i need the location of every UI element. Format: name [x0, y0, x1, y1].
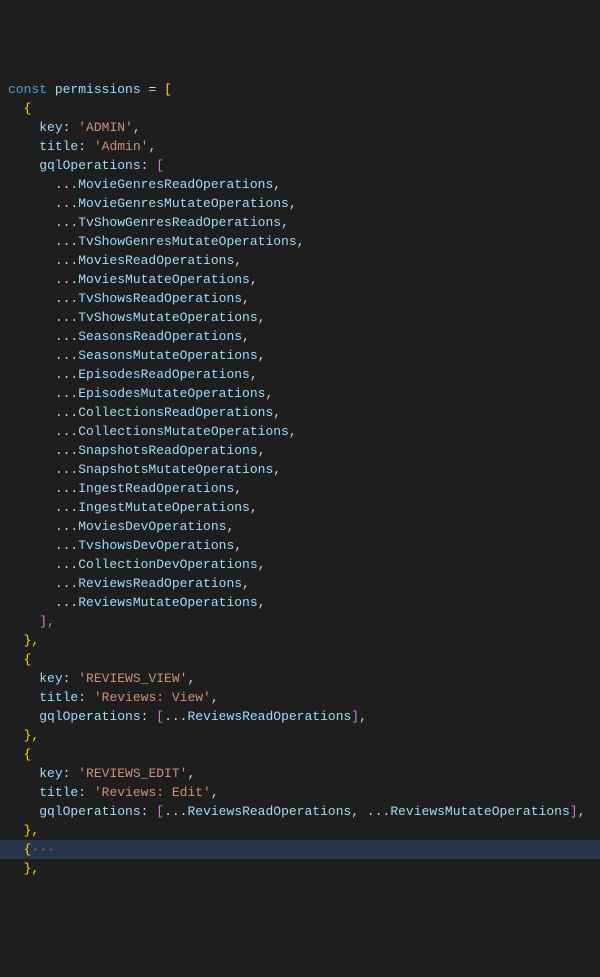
spread-item: ...MovieGenresReadOperations, [8, 177, 281, 192]
obj2-gql: gqlOperations: [...ReviewsReadOperations… [8, 709, 367, 724]
line-decl: const permissions = [ [8, 82, 172, 97]
obj1-key: key: 'ADMIN', [8, 120, 141, 135]
obj2-close: }, [8, 728, 39, 743]
spread-item: ...TvShowGenresMutateOperations, [8, 234, 304, 249]
spread-item: ...SeasonsReadOperations, [8, 329, 250, 344]
obj3-close: }, [8, 823, 39, 838]
keyword-const: const [8, 82, 47, 97]
spread-item: ...SeasonsMutateOperations, [8, 348, 265, 363]
spread-item: ...IngestMutateOperations, [8, 500, 258, 515]
obj1-arr-close: ], [8, 614, 55, 629]
obj1-title: title: 'Admin', [8, 139, 156, 154]
spread-item: ...ReviewsReadOperations, [8, 576, 250, 591]
spread-item: ...MovieGenresMutateOperations, [8, 196, 297, 211]
spread-item: ...IngestReadOperations, [8, 481, 242, 496]
obj3-key: key: 'REVIEWS_EDIT', [8, 766, 195, 781]
code-editor[interactable]: const permissions = [ { key: 'ADMIN', ti… [8, 80, 600, 878]
spread-item: ...TvShowsReadOperations, [8, 291, 250, 306]
spread-item: ...MoviesMutateOperations, [8, 272, 258, 287]
spread-item: ...TvshowsDevOperations, [8, 538, 242, 553]
spread-item: ...MoviesDevOperations, [8, 519, 234, 534]
spread-item: ...SnapshotsMutateOperations, [8, 462, 281, 477]
fold-ellipsis-icon: ··· [31, 842, 54, 857]
spread-item: ...CollectionDevOperations, [8, 557, 265, 572]
spread-item: ...CollectionsReadOperations, [8, 405, 281, 420]
spread-item: ...CollectionsMutateOperations, [8, 424, 297, 439]
spread-item: ...ReviewsMutateOperations, [8, 595, 265, 610]
obj2-key: key: 'REVIEWS_VIEW', [8, 671, 195, 686]
obj1-gql: gqlOperations: [ [8, 158, 164, 173]
obj3-open: { [8, 747, 31, 762]
obj3-title: title: 'Reviews: Edit', [8, 785, 219, 800]
folded-region[interactable]: {··· [0, 840, 600, 859]
spread-item: ...TvShowsMutateOperations, [8, 310, 265, 325]
spread-item: ...EpisodesReadOperations, [8, 367, 258, 382]
var-permissions: permissions [55, 82, 141, 97]
obj3-gql: gqlOperations: [...ReviewsReadOperations… [8, 804, 585, 819]
obj1-open: { [8, 101, 31, 116]
spread-item: ...TvShowGenresReadOperations, [8, 215, 289, 230]
obj1-close: }, [8, 633, 39, 648]
obj2-open: { [8, 652, 31, 667]
obj2-title: title: 'Reviews: View', [8, 690, 219, 705]
spread-item: ...EpisodesMutateOperations, [8, 386, 273, 401]
spread-item: ...MoviesReadOperations, [8, 253, 242, 268]
spread-item: ...SnapshotsReadOperations, [8, 443, 265, 458]
folded-close: }, [8, 861, 39, 876]
